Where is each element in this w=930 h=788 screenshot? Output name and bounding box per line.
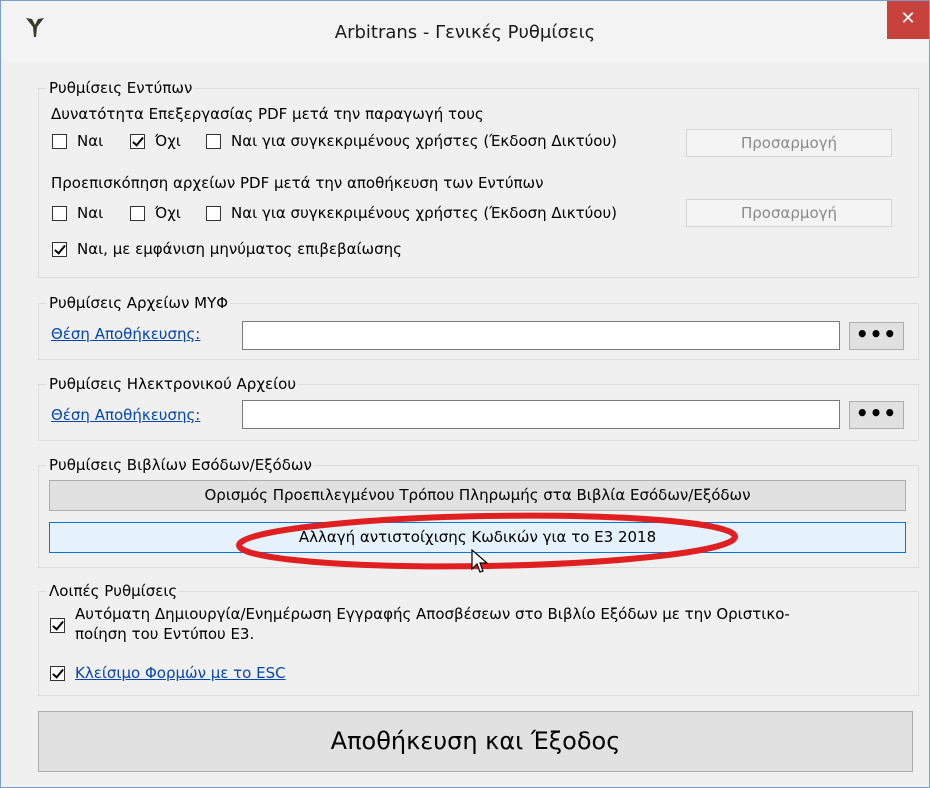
preview-pdf-no-checkbox[interactable] — [130, 206, 145, 221]
title-bar[interactable]: Arbitrans - Γενικές Ρυθμίσεις ✕ — [1, 1, 929, 63]
edit-pdf-yes-checkbox[interactable] — [52, 134, 67, 149]
confirm-message-checkbox[interactable] — [52, 242, 67, 257]
preview-pdf-yes-label[interactable]: Ναι — [77, 204, 103, 222]
edit-pdf-label: Δυνατότητα Επεξεργασίας PDF μετά την παρ… — [51, 105, 484, 123]
myf-location-input[interactable] — [242, 321, 840, 350]
other-settings-legend: Λοιπές Ρυθμίσεις — [49, 582, 178, 600]
preview-pdf-customize-button[interactable]: Προσαρμογή — [686, 199, 892, 227]
electronic-location-input[interactable] — [242, 400, 840, 429]
mouse-cursor-icon — [471, 549, 489, 573]
confirm-message-label[interactable]: Ναι, με εμφάνιση μηνύματος επιβεβαίωσης — [77, 240, 402, 258]
myf-location-link[interactable]: Θέση Αποθήκευσης: — [51, 325, 200, 343]
electronic-location-link[interactable]: Θέση Αποθήκευσης: — [51, 406, 200, 424]
settings-window: Arbitrans - Γενικές Ρυθμίσεις ✕ Ρυθμίσει… — [0, 0, 930, 788]
edit-pdf-specific-label[interactable]: Ναι για συγκεκριμένους χρήστες (Έκδοση Δ… — [231, 132, 617, 150]
preview-pdf-yes-checkbox[interactable] — [52, 206, 67, 221]
myf-browse-button[interactable]: ••• — [849, 322, 904, 350]
esc-close-link[interactable]: Κλείσιμο Φορμών με το ESC — [75, 664, 286, 682]
books-settings-legend: Ρυθμίσεις Βιβλίων Εσόδων/Εξόδων — [49, 456, 312, 474]
electronic-settings-legend: Ρυθμίσεις Ηλεκτρονικού Αρχείου — [49, 375, 297, 393]
default-payment-method-button[interactable]: Ορισμός Προεπιλεγμένου Τρόπου Πληρωμής σ… — [49, 480, 906, 511]
edit-pdf-no-label[interactable]: Όχι — [155, 132, 181, 150]
preview-pdf-specific-label[interactable]: Ναι για συγκεκριμένους χρήστες (Έκδοση Δ… — [231, 204, 617, 222]
auto-depreciation-label-line2[interactable]: ποίηση του Εντύπου Ε3. — [75, 625, 254, 643]
auto-depreciation-checkbox[interactable] — [50, 618, 65, 633]
preview-pdf-label: Προεπισκόπηση αρχείων PDF μετά την αποθή… — [51, 174, 544, 192]
myf-settings-legend: Ρυθμίσεις Αρχείων ΜΥΦ — [49, 294, 229, 312]
window-title: Arbitrans - Γενικές Ρυθμίσεις — [334, 22, 596, 43]
forms-settings-legend: Ρυθμίσεις Εντύπων — [49, 79, 193, 97]
preview-pdf-specific-checkbox[interactable] — [206, 206, 221, 221]
auto-depreciation-label-line1[interactable]: Αυτόματη Δημιουργία/Ενημέρωση Εγγραφής Α… — [75, 605, 790, 623]
edit-pdf-yes-label[interactable]: Ναι — [77, 132, 103, 150]
esc-close-checkbox[interactable] — [50, 666, 65, 681]
close-button[interactable]: ✕ — [887, 1, 929, 39]
electronic-browse-button[interactable]: ••• — [849, 401, 904, 429]
save-and-exit-button[interactable]: Αποθήκευση και Έξοδος — [38, 711, 913, 772]
edit-pdf-no-checkbox[interactable] — [130, 134, 145, 149]
edit-pdf-specific-checkbox[interactable] — [206, 134, 221, 149]
preview-pdf-no-label[interactable]: Όχι — [155, 204, 181, 222]
edit-pdf-customize-button[interactable]: Προσαρμογή — [686, 129, 892, 157]
